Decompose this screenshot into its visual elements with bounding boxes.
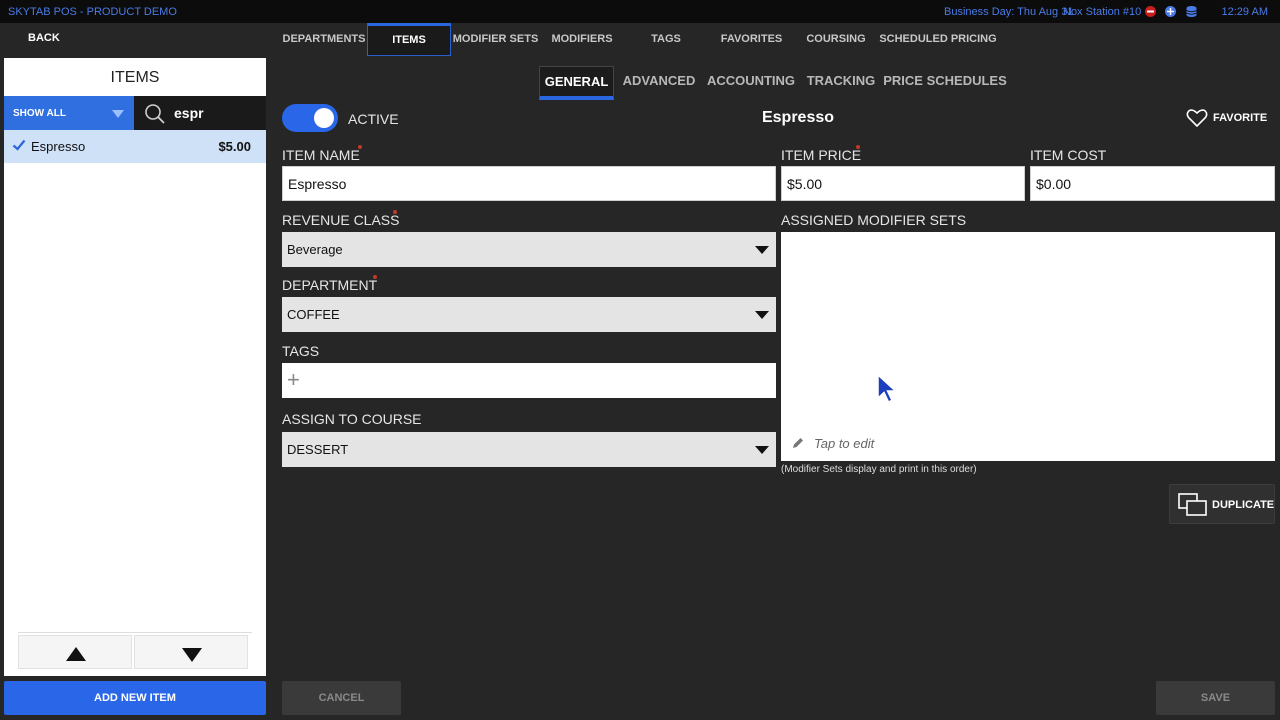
save-button[interactable]: SAVE xyxy=(1156,681,1275,715)
tags-label: TAGS xyxy=(282,343,320,359)
tab-tags[interactable]: TAGS xyxy=(624,23,708,56)
duplicate-icon xyxy=(1178,493,1207,516)
course-select[interactable]: DESSERT xyxy=(282,432,776,467)
department-value: COFFEE xyxy=(287,307,340,322)
scroll-controls xyxy=(18,632,252,670)
revenue-class-select[interactable]: Beverage xyxy=(282,232,776,267)
chevron-down-icon xyxy=(755,311,769,319)
chevron-down-icon xyxy=(755,246,769,254)
tab-modifiers[interactable]: MODIFIERS xyxy=(540,23,624,56)
add-tag-icon[interactable]: + xyxy=(287,367,300,393)
tap-to-edit[interactable]: Tap to edit xyxy=(814,436,874,451)
course-label: ASSIGN TO COURSE xyxy=(282,411,422,427)
heart-icon xyxy=(1186,109,1208,128)
chevron-down-icon xyxy=(755,446,769,454)
chevron-down-icon xyxy=(112,110,124,118)
filter-label: SHOW ALL xyxy=(13,108,66,119)
check-icon xyxy=(12,139,26,151)
item-title: Espresso xyxy=(761,109,835,126)
title-bar: SKYTAB POS - PRODUCT DEMO Business Day: … xyxy=(0,0,1280,23)
pencil-icon xyxy=(793,438,803,448)
tab-items[interactable]: ITEMS xyxy=(367,23,451,56)
app-title: SKYTAB POS - PRODUCT DEMO xyxy=(8,6,177,18)
tab-departments[interactable]: DEPARTMENTS xyxy=(280,23,368,56)
course-value: DESSERT xyxy=(287,442,349,457)
active-label: ACTIVE xyxy=(348,111,399,127)
pos-screen: SKYTAB POS - PRODUCT DEMO Business Day: … xyxy=(0,0,1280,720)
modifier-sets-label: ASSIGNED MODIFIER SETS xyxy=(781,212,967,228)
top-nav: BACK DEPARTMENTS ITEMS MODIFIER SETS MOD… xyxy=(0,23,1280,56)
required-marker xyxy=(856,145,860,149)
search-input[interactable] xyxy=(174,104,262,122)
scroll-down-button[interactable] xyxy=(134,635,248,669)
filter-dropdown[interactable]: SHOW ALL xyxy=(4,96,134,130)
tab-favorites[interactable]: FAVORITES xyxy=(709,23,794,56)
duplicate-label: DUPLICATE xyxy=(1212,499,1275,511)
department-label: DEPARTMENT xyxy=(282,277,378,293)
department-select[interactable]: COFFEE xyxy=(282,297,776,332)
cancel-button[interactable]: CANCEL xyxy=(282,681,401,715)
required-marker xyxy=(393,210,397,214)
item-price: $5.00 xyxy=(218,139,251,154)
tab-modifier-sets[interactable]: MODIFIER SETS xyxy=(451,23,540,56)
mouse-cursor-icon xyxy=(877,374,898,404)
search-box xyxy=(134,96,266,130)
station-label: Nox Station #10 xyxy=(1063,6,1142,18)
item-cost-label: ITEM COST xyxy=(1030,147,1107,163)
alert-icon xyxy=(1145,6,1156,17)
revenue-class-value: Beverage xyxy=(287,242,343,257)
subtab-price-schedules[interactable]: PRICE SCHEDULES xyxy=(883,66,1007,100)
items-panel: ITEMS SHOW ALL Espresso $5.00 xyxy=(4,58,266,676)
list-item[interactable]: Espresso $5.00 xyxy=(4,130,266,163)
arrow-up-icon xyxy=(66,647,86,661)
items-panel-title: ITEMS xyxy=(110,69,160,86)
tab-scheduled-pricing[interactable]: SCHEDULED PRICING xyxy=(877,23,999,56)
active-toggle[interactable] xyxy=(282,104,338,132)
modifier-sets-note: (Modifier Sets display and print in this… xyxy=(781,464,977,475)
tags-field[interactable]: + xyxy=(282,363,776,398)
item-name-label: ITEM NAME xyxy=(282,147,360,163)
item-cost-field[interactable]: $0.00 xyxy=(1030,166,1275,201)
sync-icon[interactable] xyxy=(1164,5,1177,18)
search-icon xyxy=(145,104,165,124)
item-name-field[interactable]: Espresso xyxy=(282,166,776,201)
tab-coursing[interactable]: COURSING xyxy=(794,23,878,56)
scroll-up-button[interactable] xyxy=(18,635,132,669)
add-new-item-button[interactable]: ADD NEW ITEM xyxy=(4,681,266,715)
revenue-class-label: REVENUE CLASS xyxy=(282,212,400,228)
back-button[interactable]: BACK xyxy=(28,32,60,44)
item-price-label: ITEM PRICE xyxy=(781,147,862,163)
toggle-knob xyxy=(314,108,334,128)
subtab-advanced[interactable]: ADVANCED xyxy=(618,66,700,100)
subtab-accounting[interactable]: ACCOUNTING xyxy=(704,66,798,100)
clock: 12:29 AM xyxy=(1221,6,1268,18)
assigned-modifier-sets[interactable]: Tap to edit xyxy=(781,232,1275,461)
required-marker xyxy=(373,275,377,279)
favorite-label: FAVORITE xyxy=(1213,112,1268,124)
subtab-tracking[interactable]: TRACKING xyxy=(803,66,879,100)
subtab-general[interactable]: GENERAL xyxy=(539,66,614,100)
business-day: Business Day: Thu Aug 31 xyxy=(944,6,1074,18)
database-icon[interactable] xyxy=(1185,5,1198,18)
required-marker xyxy=(358,145,362,149)
item-price-field[interactable]: $5.00 xyxy=(781,166,1025,201)
duplicate-button[interactable]: DUPLICATE xyxy=(1169,484,1275,524)
item-name: Espresso xyxy=(31,139,86,154)
arrow-down-icon xyxy=(182,648,202,662)
